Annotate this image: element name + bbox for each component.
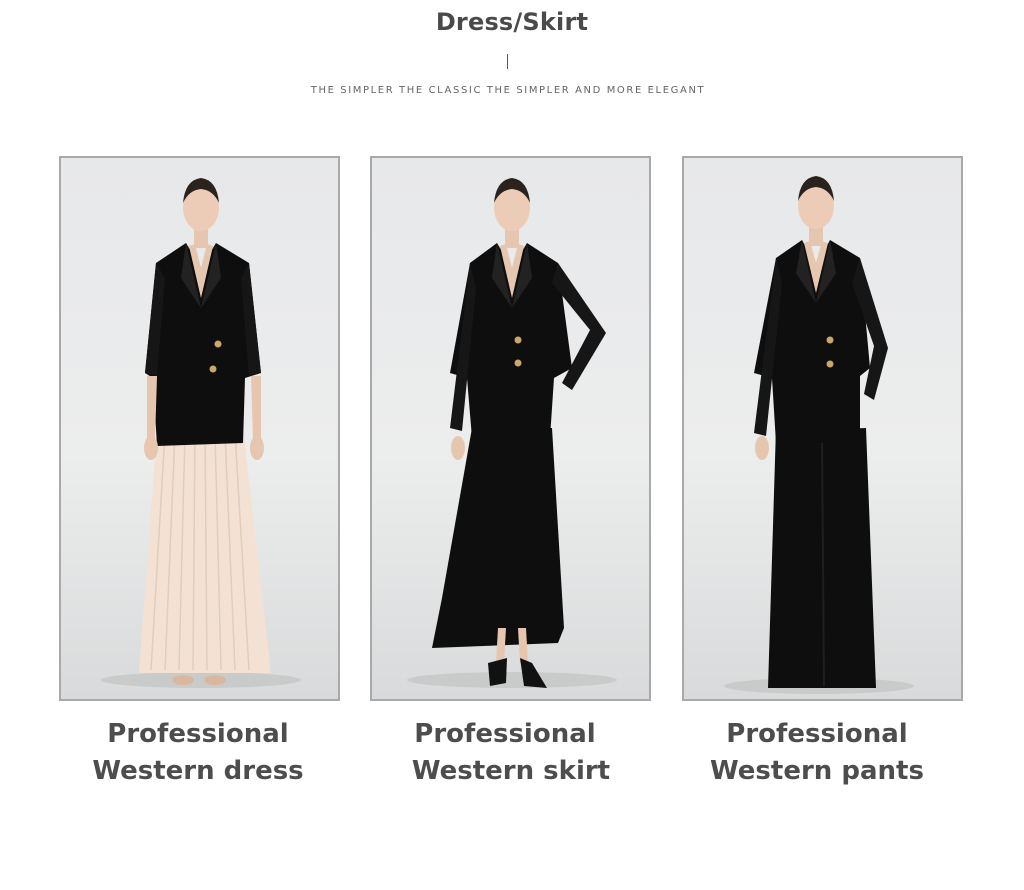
product-photo-pants [724,176,914,694]
product-photo-skirt [407,178,617,688]
title-divider [507,54,508,69]
page-title: Dress/Skirt [435,8,589,36]
product-card-skirt[interactable] [370,156,651,701]
caption-line2-pants: Western pants [710,756,924,786]
product-caption-skirt[interactable]: Professional Western skirt [361,716,661,790]
caption-line1-pants: Professional [726,719,908,749]
product-card-dress[interactable] [59,156,340,701]
caption-line2-dress: Western dress [92,756,304,786]
product-card-pants[interactable] [682,156,963,701]
product-photo-dress [101,178,301,688]
page-tagline: THE SIMPLER THE CLASSIC THE SIMPLER AND … [310,85,706,96]
caption-line2-skirt: Western skirt [411,756,611,786]
product-caption-dress[interactable]: Professional Western dress [48,716,348,790]
product-caption-pants[interactable]: Professional Western pants [667,716,967,790]
caption-line1-skirt: Professional [414,719,596,749]
caption-line1-dress: Professional [107,719,289,749]
